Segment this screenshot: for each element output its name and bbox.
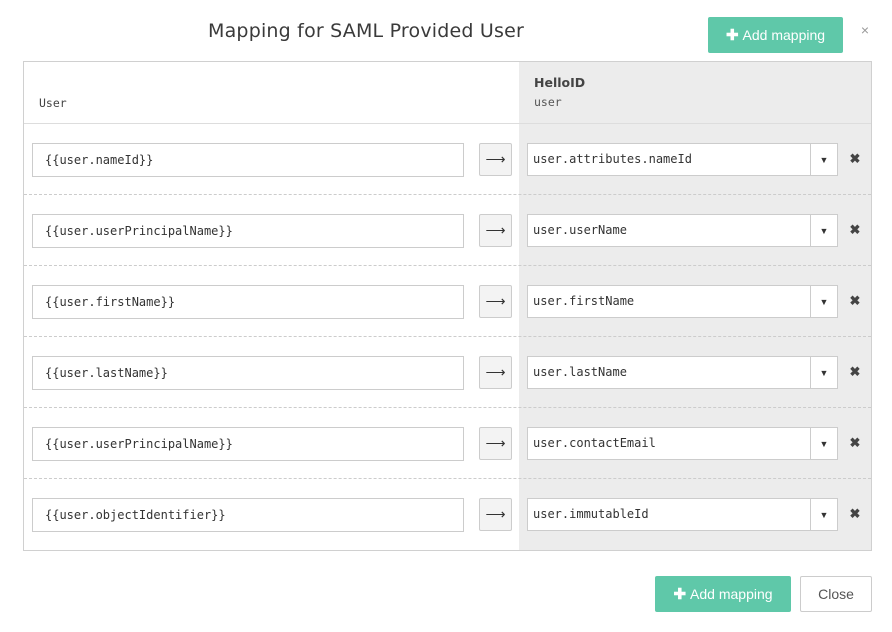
arrow-right-icon[interactable]: ⟶	[479, 498, 512, 531]
arrow-right-icon[interactable]: ⟶	[479, 143, 512, 176]
add-mapping-button-bottom[interactable]: ✚ Add mapping	[655, 576, 791, 612]
mapping-row: ⟶ user.lastName ▼ ✖	[24, 337, 871, 408]
target-field-select[interactable]: user.attributes.nameId ▼	[527, 143, 838, 176]
target-field-select[interactable]: user.lastName ▼	[527, 356, 838, 389]
remove-icon[interactable]: ✖	[848, 222, 862, 238]
mapping-row: ⟶ user.contactEmail ▼ ✖	[24, 408, 871, 479]
target-field-select[interactable]: user.userName ▼	[527, 214, 838, 247]
plus-icon: ✚	[725, 27, 739, 44]
target-field-value: user.attributes.nameId	[533, 152, 692, 166]
close-button[interactable]: Close	[800, 576, 872, 612]
caret-down-icon: ▼	[810, 499, 837, 530]
mapping-row: ⟶ user.immutableId ▼ ✖	[24, 479, 871, 550]
arrow-right-icon[interactable]: ⟶	[479, 356, 512, 389]
arrow-right-icon[interactable]: ⟶	[479, 427, 512, 460]
remove-icon[interactable]: ✖	[848, 151, 862, 167]
target-field-value: user.contactEmail	[533, 436, 656, 450]
source-expression-input[interactable]	[32, 285, 464, 319]
target-field-value: user.lastName	[533, 365, 627, 379]
remove-icon[interactable]: ✖	[848, 293, 862, 309]
caret-down-icon: ▼	[810, 144, 837, 175]
source-expression-input[interactable]	[32, 498, 464, 532]
add-mapping-label: Add mapping	[742, 27, 826, 43]
mapping-row: ⟶ user.attributes.nameId ▼ ✖	[24, 124, 871, 195]
target-field-select[interactable]: user.immutableId ▼	[527, 498, 838, 531]
helloid-column-header: HelloID	[534, 75, 586, 90]
source-expression-input[interactable]	[32, 427, 464, 461]
arrow-right-icon[interactable]: ⟶	[479, 285, 512, 318]
mapping-row: ⟶ user.userName ▼ ✖	[24, 195, 871, 266]
helloid-column-subheader: user	[534, 95, 562, 109]
mapping-table: User HelloID user ⟶ user.attributes.nameI…	[23, 61, 872, 551]
caret-down-icon: ▼	[810, 357, 837, 388]
caret-down-icon: ▼	[810, 428, 837, 459]
mapping-row: ⟶ user.firstName ▼ ✖	[24, 266, 871, 337]
add-mapping-button-top[interactable]: ✚ Add mapping	[708, 17, 843, 53]
target-field-select[interactable]: user.contactEmail ▼	[527, 427, 838, 460]
target-field-select[interactable]: user.firstName ▼	[527, 285, 838, 318]
arrow-right-icon[interactable]: ⟶	[479, 214, 512, 247]
remove-icon[interactable]: ✖	[848, 506, 862, 522]
plus-icon: ✚	[673, 586, 687, 603]
table-header: User HelloID user	[24, 62, 871, 124]
add-mapping-label: Add mapping	[690, 586, 773, 602]
user-column-header: User	[39, 96, 67, 110]
close-icon[interactable]: ×	[858, 22, 872, 38]
target-field-value: user.firstName	[533, 294, 635, 308]
caret-down-icon: ▼	[810, 215, 837, 246]
remove-icon[interactable]: ✖	[848, 435, 862, 451]
source-expression-input[interactable]	[32, 143, 464, 177]
remove-icon[interactable]: ✖	[848, 364, 862, 380]
mapping-dialog: Mapping for SAML Provided User ✚ Add map…	[0, 0, 892, 632]
caret-down-icon: ▼	[810, 286, 837, 317]
dialog-title: Mapping for SAML Provided User	[208, 20, 524, 42]
source-expression-input[interactable]	[32, 214, 464, 248]
target-field-value: user.userName	[533, 223, 627, 237]
target-field-value: user.immutableId	[533, 507, 649, 521]
source-expression-input[interactable]	[32, 356, 464, 390]
